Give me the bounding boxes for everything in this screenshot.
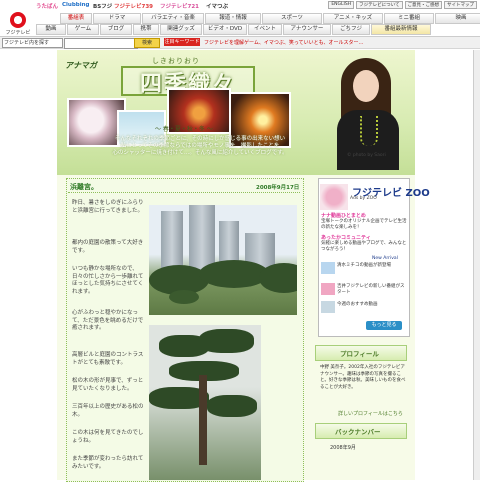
tagline-line-3: 心のシャッターに焼き付けて…。そんな風に紹介していくブログです。 — [112, 150, 288, 156]
item-thumbnail[interactable] — [321, 301, 335, 313]
post-paragraph: いつも静かな場所なので、日々の忙しさから一歩離れてほっとした気持ちにさせてくれま… — [72, 266, 144, 295]
tab-schedule[interactable]: 番組表 — [60, 13, 92, 24]
post-paragraph: 都内の庭園の散策って大好きです。 — [72, 240, 144, 254]
mini-logo-2[interactable]: Clubbing — [62, 2, 89, 10]
keyword-links[interactable]: フジテレビを理解ゲーム、イマつぶ、笑っていいとも、オールスター… — [204, 39, 363, 46]
zoo-description: 宝塚トークのオリジナル企画でテレビ生活の新たな楽しみを！ — [321, 219, 407, 230]
top-links: ENGLISH フジテレビについて ご意見・ご感想 サイトマップ — [328, 1, 477, 9]
post-paragraph: 三百年以上の歴史がある松の木。 — [72, 404, 144, 418]
search-bar: フジテレビ内を探す 検索 注目キーワード フジテレビを理解ゲーム、イマつぶ、笑っ… — [0, 37, 480, 49]
photo-credit: © photo by Saori — [347, 153, 386, 158]
site-header: フジテレビ うたばん Clubbing BSフジ フジテレビ739 フジテレビ7… — [0, 0, 480, 37]
tab-latest[interactable]: 番組最新情報 — [371, 24, 431, 35]
profile-title: プロフィール — [340, 350, 379, 358]
zoo-ads-label: Ads by ZOO — [350, 196, 377, 201]
scrollbar[interactable] — [473, 50, 480, 480]
post-paragraph: 昨日、暑さをしのぎにふらりと浜離宮に行ってきました。 — [72, 200, 144, 214]
sidebar-item-1[interactable]: 清水ミチコの動画が新登場 — [337, 263, 407, 269]
zoo-subheading[interactable]: あったかコミュニティ — [321, 234, 371, 241]
backnumber-title: バックナンバー — [335, 428, 381, 436]
link-sitemap[interactable]: サイトマップ — [444, 1, 477, 9]
sidebar-item-2[interactable]: 吉井フジテレビの新しい番組がスタート — [337, 284, 407, 296]
tab-goods[interactable]: 関連グッズ — [160, 24, 202, 35]
pine-tree-photo[interactable] — [149, 325, 261, 480]
post-date: 2008年9月17日 — [256, 185, 300, 191]
post-paragraph: この木は何を見てきたのでしょうね。 — [72, 430, 144, 444]
post-paragraph: 心がふわっと穏やかになって、ただ景色を眺めるだけで癒されます。 — [72, 310, 144, 331]
tab-movie[interactable]: 映画 — [435, 13, 480, 24]
mini-logo-6[interactable]: イマつぶ — [206, 2, 228, 10]
seasons-text: 〜 春・夏・秋・冬 〜 — [155, 126, 213, 133]
post-title[interactable]: 浜離宮。 — [70, 182, 98, 192]
zoo-heading[interactable]: ナナ動画ひとまとめ — [321, 212, 366, 219]
mini-logo-3[interactable]: BSフジ — [93, 2, 112, 10]
tab-announcer[interactable]: アナウンサー — [283, 24, 331, 35]
backnumber-link[interactable]: 2008年9月 — [330, 444, 356, 451]
tab-event[interactable]: イベント — [248, 24, 282, 35]
profile-text: 中野 美奈子。2002年入社のフジテレビアナウンサー。趣味は季節の写真を撮ること… — [320, 365, 406, 390]
tab-video[interactable]: 動画 — [36, 24, 66, 35]
post-paragraph: 高層ビルと庭園のコントラストがとても素敵です。 — [72, 352, 144, 366]
post-divider — [68, 192, 300, 193]
mini-logo-4[interactable]: フジテレビ739 — [114, 2, 153, 10]
tab-sports[interactable]: スポーツ — [262, 13, 322, 24]
brand-label[interactable]: アナマガ — [65, 60, 97, 71]
search-button[interactable]: 検索 — [134, 38, 160, 48]
tab-game[interactable]: ゲーム — [67, 24, 99, 35]
link-feedback[interactable]: ご意見・ご感想 — [404, 1, 442, 9]
search-scope-select[interactable]: フジテレビ内を探す — [2, 38, 63, 48]
tagline-line-2: 私にとってその季節ならではの場所やモノ事を、撮影したことを — [120, 143, 280, 149]
tagline: そんなそれぞれの季節ごとに、その時にしか感じる事の出来ない想い 私にとってその季… — [95, 136, 305, 157]
link-about[interactable]: フジテレビについて — [356, 1, 403, 9]
item-thumbnail[interactable] — [321, 283, 335, 295]
zoo-description-2: 気軽に楽しめる動画やブログで、みんなとつながろう！ — [321, 241, 407, 252]
mini-logo-5[interactable]: フジテレビ721 — [160, 2, 199, 10]
tagline-line-1: そんなそれぞれの季節ごとに、その時にしか感じる事の出来ない想い — [114, 136, 286, 142]
tab-news[interactable]: 報道・情報 — [205, 13, 261, 24]
fujitv-logo[interactable]: フジテレビ — [3, 2, 33, 36]
blog-banner: アナマガ しきおりおり 四季織々 〜 春・夏・秋・冬 〜 そんなそれぞれの季節ご… — [57, 50, 415, 175]
tab-anime[interactable]: アニメ・キッズ — [323, 13, 383, 24]
logo-text: フジテレビ — [5, 30, 31, 36]
eye-logo-icon — [10, 12, 26, 28]
new-arrival-label: New Arrival — [372, 256, 398, 261]
more-button[interactable]: もっと見る — [366, 321, 402, 330]
main-nav-row1: 番組表 ドラマ バラエティ・音楽 報道・情報 スポーツ アニメ・キッズ ミニ番組… — [60, 13, 480, 24]
skyscraper-garden-photo[interactable] — [149, 205, 297, 315]
tab-dvd[interactable]: ビデオ・DVD — [203, 24, 247, 35]
sidebar-item-3[interactable]: 今週のおすすめ動画 — [337, 302, 407, 308]
tab-blog[interactable]: ブログ — [100, 24, 132, 35]
tab-mini[interactable]: ミニ番組 — [384, 13, 434, 24]
tab-mobile[interactable]: 携帯 — [133, 24, 159, 35]
tab-variety[interactable]: バラエティ・音楽 — [142, 13, 204, 24]
zoo-ad-image[interactable] — [320, 184, 348, 210]
post-paragraph: また季節が変わったら訪れてみたいです。 — [72, 456, 144, 470]
tab-drama[interactable]: ドラマ — [93, 13, 141, 24]
link-english[interactable]: ENGLISH — [328, 1, 355, 9]
mini-logo-1[interactable]: うたばん — [36, 2, 58, 10]
keyword-label: 注目キーワード — [164, 38, 200, 46]
post-paragraph: 松の木の形が見事で、ずっと見ていたくなりました。 — [72, 378, 144, 392]
title-ruby: しきおりおり — [152, 57, 200, 65]
tab-gochifuji[interactable]: ごちフジ — [332, 24, 370, 35]
main-nav-row2: 動画 ゲーム ブログ 携帯 関連グッズ ビデオ・DVD イベント アナウンサー … — [36, 24, 432, 35]
profile-link[interactable]: 詳しいプロフィールはこちら — [338, 410, 403, 417]
item-thumbnail[interactable] — [321, 262, 335, 274]
search-input[interactable] — [64, 38, 138, 49]
